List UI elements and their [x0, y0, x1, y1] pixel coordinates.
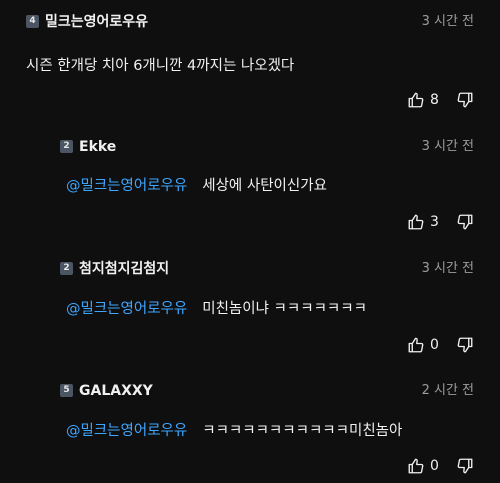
thumbs-down-icon	[457, 337, 473, 353]
like-count: 3	[430, 214, 439, 230]
thumbs-up-icon	[408, 337, 424, 353]
like-button[interactable]: 0	[407, 336, 440, 354]
membership-badge-icon: 2	[60, 262, 73, 275]
comment-actions: 0	[407, 456, 474, 476]
dislike-button[interactable]	[456, 91, 474, 109]
comment-body: ㅋㅋㅋㅋㅋㅋㅋㅋㅋㅋㅋ미친놈아	[202, 423, 403, 439]
reply-2: 5 GALAXXY 2 시간 전 @밀크는영어로우유 ㅋㅋㅋㅋㅋㅋㅋㅋㅋㅋㅋ미친놈…	[0, 360, 500, 483]
thumbs-down-icon	[457, 214, 473, 230]
dislike-button[interactable]	[456, 213, 474, 231]
comment-author[interactable]: GALAXXY	[79, 383, 153, 399]
membership-badge-icon: 5	[60, 384, 73, 397]
like-count: 8	[430, 92, 439, 108]
mention-link[interactable]: @밀크는영어로우유	[66, 423, 187, 439]
comment-text: @밀크는영어로우유 ㅋㅋㅋㅋㅋㅋㅋㅋㅋㅋㅋ미친놈아	[66, 421, 402, 441]
mention-link[interactable]: @밀크는영어로우유	[66, 301, 187, 317]
membership-badge-icon: 2	[60, 140, 73, 153]
like-count: 0	[430, 458, 439, 474]
comment-0: 4 밀크는영어로우유 3 시간 전 시즌 한개당 치아 6개니깐 4까지는 나오…	[0, 0, 500, 120]
reply-1: 2 첨지첨지김첨지 3 시간 전 @밀크는영어로우유 미친놈이냐 ㅋㅋㅋㅋㅋㅋㅋ …	[0, 240, 500, 360]
thumbs-up-icon	[408, 92, 424, 108]
comment-actions: 3	[407, 212, 474, 232]
comment-author[interactable]: 첨지첨지김첨지	[79, 261, 169, 277]
membership-badge-icon: 4	[26, 15, 39, 28]
comment-text: @밀크는영어로우유 세상에 사탄이신가요	[66, 176, 327, 196]
comment-author[interactable]: 밀크는영어로우유	[45, 14, 148, 30]
thumbs-down-icon	[457, 92, 473, 108]
mention-link[interactable]: @밀크는영어로우유	[66, 178, 187, 194]
comment-text: 시즌 한개당 치아 6개니깐 4까지는 나오겠다	[26, 56, 294, 76]
comment-text: @밀크는영어로우유 미친놈이냐 ㅋㅋㅋㅋㅋㅋㅋ	[66, 299, 367, 319]
like-count: 0	[430, 337, 439, 353]
comment-body: 시즌 한개당 치아 6개니깐 4까지는 나오겠다	[26, 58, 295, 74]
comment-actions: 8	[407, 90, 474, 110]
thumbs-down-icon	[457, 458, 473, 474]
dislike-button[interactable]	[456, 457, 474, 475]
dislike-button[interactable]	[456, 336, 474, 354]
comment-timestamp[interactable]: 3 시간 전	[422, 261, 474, 277]
comment-timestamp[interactable]: 3 시간 전	[422, 14, 474, 30]
comment-actions: 0	[407, 335, 474, 355]
like-button[interactable]: 0	[407, 457, 440, 475]
comment-author[interactable]: Ekke	[79, 139, 116, 155]
like-button[interactable]: 3	[407, 213, 440, 231]
comment-timestamp[interactable]: 3 시간 전	[422, 139, 474, 155]
comment-body: 세상에 사탄이신가요	[202, 178, 327, 194]
like-button[interactable]: 8	[407, 91, 440, 109]
reply-0: 2 Ekke 3 시간 전 @밀크는영어로우유 세상에 사탄이신가요 3	[0, 120, 500, 240]
comment-timestamp[interactable]: 2 시간 전	[422, 383, 474, 399]
comment-body: 미친놈이냐 ㅋㅋㅋㅋㅋㅋㅋ	[202, 301, 367, 317]
thumbs-up-icon	[408, 214, 424, 230]
thumbs-up-icon	[408, 458, 424, 474]
